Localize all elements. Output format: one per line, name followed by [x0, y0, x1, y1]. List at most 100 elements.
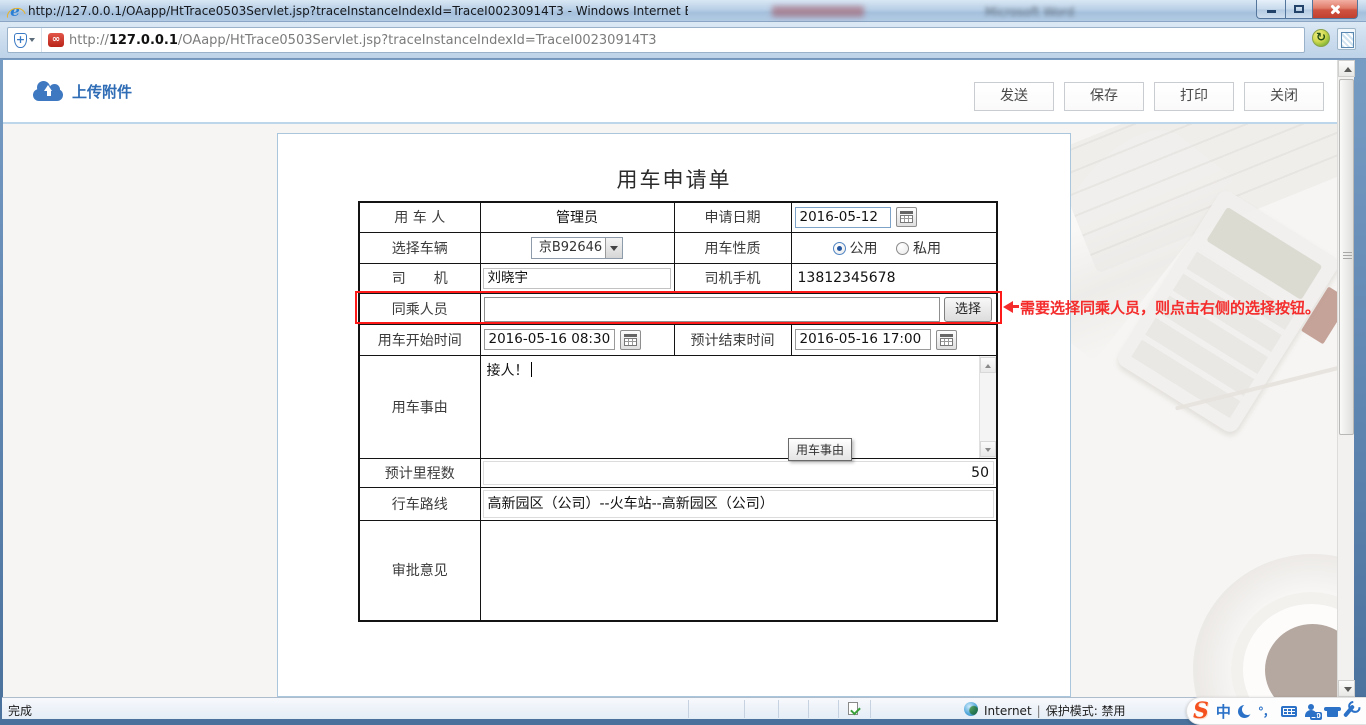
reason-text: 接人！ — [487, 363, 529, 379]
go-refresh-button[interactable] — [1312, 29, 1330, 47]
radio-private[interactable] — [896, 242, 909, 255]
driver-phone-value[interactable]: 13812345678 — [791, 263, 997, 293]
save-button[interactable]: 保存 — [1064, 82, 1144, 111]
chevron-down-icon — [29, 38, 35, 42]
ime-toolbar[interactable]: S 中 °， 20 — [1186, 697, 1366, 725]
driver-label: 司 机 — [359, 263, 480, 293]
route-input[interactable]: 高新园区（公司）--火车站--高新园区（公司） — [483, 490, 995, 518]
table-row: 选择车辆 京B92646 用车性质 公用 私用 — [359, 232, 997, 263]
table-row: 司 机 刘晓宇 司机手机 13812345678 — [359, 263, 997, 293]
end-time-label: 预计结束时间 — [674, 324, 791, 355]
close-page-button[interactable]: 关闭 — [1244, 82, 1324, 111]
vehicle-label: 选择车辆 — [359, 232, 480, 263]
apply-date-input[interactable]: 2016-05-12 — [795, 207, 891, 228]
apply-date-label: 申请日期 — [674, 202, 791, 232]
browser-viewport: 上传附件 发送 保存 打印 关闭 用车申请单 用 车 人 管理员 — [3, 60, 1337, 697]
maximize-button[interactable] — [1285, 0, 1313, 19]
approval-cell — [480, 520, 997, 621]
ime-fullhalf-moon-icon[interactable] — [1238, 705, 1251, 718]
maximize-icon — [1294, 5, 1304, 13]
calculator-keys — [1131, 250, 1296, 418]
mileage-input[interactable]: 50 — [483, 461, 995, 485]
cloud-upload-icon — [33, 81, 63, 101]
url-path: /OAapp/HtTrace0503Servlet.jsp?traceInsta… — [178, 33, 657, 48]
ime-language-icon[interactable]: 中 — [1216, 701, 1231, 722]
ime-punctuation-icon[interactable]: °， — [1258, 703, 1274, 720]
start-time-calendar-icon[interactable] — [620, 330, 641, 350]
scroll-up-icon[interactable] — [980, 357, 996, 373]
passenger-label: 同乘人员 — [359, 293, 480, 324]
radio-public-label: 公用 — [850, 241, 878, 257]
annotation-arrow-tail — [1012, 305, 1019, 308]
scrollbar-up-icon[interactable] — [1338, 60, 1355, 77]
url-input[interactable]: + ∞ http://127.0.0.1/OAapp/HtTrace0503Se… — [7, 27, 1305, 53]
tooltip: 用车事由 — [788, 438, 852, 461]
driver-input[interactable]: 刘晓宇 — [483, 268, 671, 289]
vehicle-select-arrow-icon[interactable] — [605, 238, 622, 258]
annotation-text: 需要选择同乘人员，则点击右侧的选择按钮。 — [1020, 297, 1320, 318]
approval-label: 审批意见 — [359, 520, 480, 621]
table-row: 行车路线 高新园区（公司）--火车站--高新园区（公司） — [359, 487, 997, 520]
title-bar: e http://127.0.0.1/OAapp/HtTrace0503Serv… — [0, 0, 1366, 22]
ie-icon: e — [7, 3, 23, 19]
shield-plus-icon: + — [14, 33, 27, 48]
minimize-icon — [1267, 10, 1276, 13]
start-time-label: 用车开始时间 — [359, 324, 480, 355]
ime-keyboard-icon[interactable] — [1281, 706, 1297, 717]
saucer-photo — [1193, 554, 1337, 697]
url-domain: 127.0.0.1 — [109, 33, 178, 48]
sogou-logo-icon[interactable]: S — [1193, 700, 1209, 722]
status-bar: 完成 Internet|保护模式: 禁用 — [2, 697, 1364, 719]
upload-attachment-link[interactable]: 上传附件 — [33, 78, 132, 104]
ie-window: { "window": { "title": "http://127.0.0.1… — [0, 0, 1366, 725]
form-title: 用车申请单 — [278, 164, 1070, 194]
status-text: 完成 — [8, 702, 32, 719]
zone-text: Internet|保护模式: 禁用 — [984, 702, 1126, 719]
keyboard-photo — [1049, 124, 1337, 274]
internet-zone-icon — [964, 702, 978, 716]
scrollbar-thumb[interactable] — [1339, 79, 1354, 435]
window-controls — [1257, 0, 1358, 19]
user-value: 管理员 — [480, 202, 674, 232]
calculator-display — [1206, 207, 1322, 300]
table-row: 用车开始时间 2016-05-16 08:30 预计结束时间 2016-05-1… — [359, 324, 997, 355]
nature-label: 用车性质 — [674, 232, 791, 263]
ime-settings-icon[interactable] — [1343, 704, 1355, 717]
apply-date-calendar-icon[interactable] — [896, 207, 917, 227]
start-time-input[interactable]: 2016-05-16 08:30 — [484, 329, 615, 350]
table-row: 审批意见 — [359, 520, 997, 621]
background-window-blur — [772, 6, 864, 17]
ime-skin-icon[interactable] — [1325, 705, 1340, 717]
vertical-scrollbar[interactable] — [1337, 60, 1354, 697]
address-bar: + ∞ http://127.0.0.1/OAapp/HtTrace0503Se… — [0, 22, 1366, 59]
background-window-title: Microsoft Word — [985, 5, 1074, 19]
reason-textarea[interactable]: 接人！ — [481, 356, 997, 458]
compatibility-view-button[interactable] — [1337, 28, 1356, 50]
coffee-photo — [1265, 624, 1337, 697]
page-toolbar: 上传附件 发送 保存 打印 关闭 — [3, 60, 1337, 124]
close-window-button[interactable] — [1312, 0, 1358, 19]
minimize-button[interactable] — [1256, 0, 1286, 19]
radio-public[interactable] — [833, 242, 846, 255]
mileage-label: 预计里程数 — [359, 458, 480, 487]
end-time-input[interactable]: 2016-05-16 17:00 — [795, 329, 931, 350]
scrollbar-down-icon[interactable] — [1338, 680, 1355, 697]
passenger-input[interactable] — [484, 297, 940, 322]
site-favicon: ∞ — [48, 33, 64, 47]
page-body: 用车申请单 用 车 人 管理员 申请日期 2016-05-12 选择车辆 京B9… — [3, 124, 1337, 697]
passenger-select-button[interactable]: 选择 — [944, 297, 992, 322]
send-button[interactable]: 发送 — [974, 82, 1054, 111]
table-row: 用车事由 接人！ — [359, 355, 997, 458]
ime-user-icon[interactable]: 20 — [1304, 704, 1318, 718]
vehicle-request-table: 用 车 人 管理员 申请日期 2016-05-12 选择车辆 京B92646 用… — [358, 201, 998, 622]
url-scheme: http:// — [69, 33, 109, 48]
end-time-calendar-icon[interactable] — [936, 330, 957, 350]
vehicle-select[interactable]: 京B92646 — [531, 237, 623, 259]
reason-scrollbar[interactable] — [979, 356, 996, 458]
text-cursor — [531, 362, 532, 377]
smartscreen-button[interactable]: + — [8, 28, 42, 52]
url-text: http://127.0.0.1/OAapp/HtTrace0503Servle… — [69, 33, 656, 48]
print-button[interactable]: 打印 — [1154, 82, 1234, 111]
scroll-down-icon[interactable] — [980, 441, 996, 457]
form-card: 用车申请单 用 车 人 管理员 申请日期 2016-05-12 选择车辆 京B9… — [277, 133, 1071, 697]
